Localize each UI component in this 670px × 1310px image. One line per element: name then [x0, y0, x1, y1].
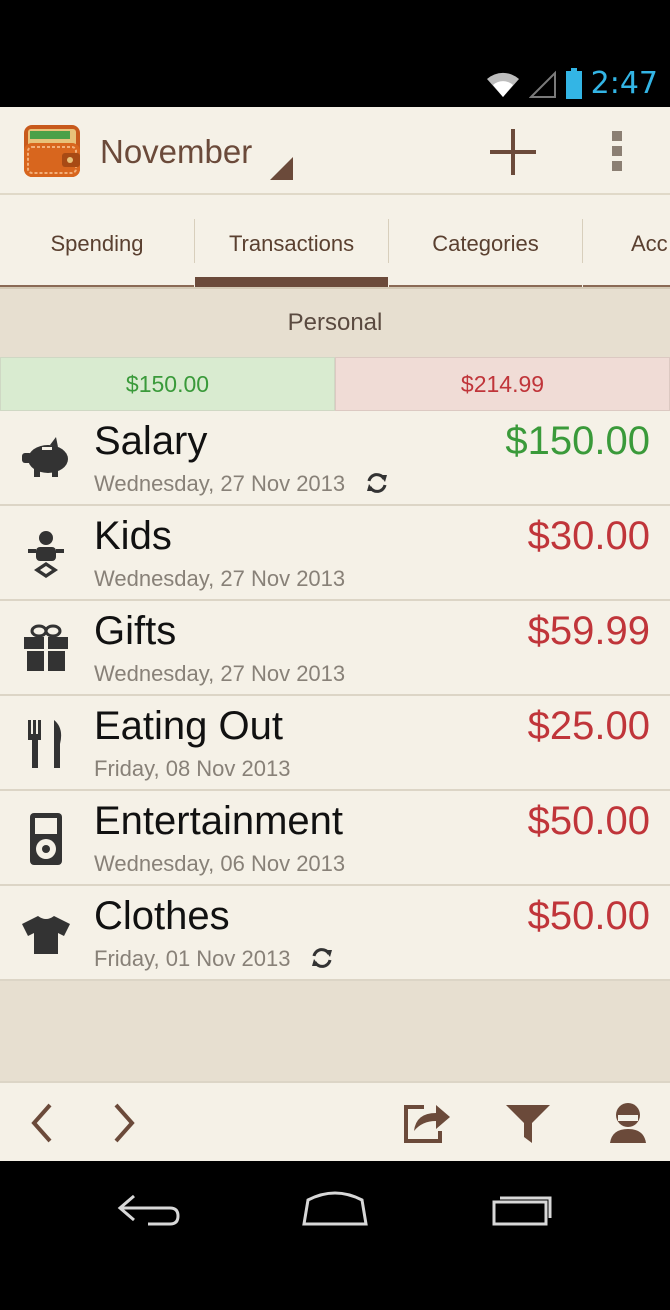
transaction-date-text: Friday, 01 Nov 2013 [94, 946, 291, 971]
tab-active-indicator [195, 277, 388, 287]
wallet-app-logo[interactable] [22, 121, 82, 181]
action-bar: November [0, 107, 670, 195]
back-icon[interactable] [114, 1186, 184, 1230]
income-total: $150.00 [0, 357, 335, 411]
bottom-toolbar [0, 1081, 670, 1161]
transaction-amount: $50.00 [527, 799, 650, 843]
ipod-icon [30, 813, 62, 865]
month-dropdown-icon[interactable] [270, 157, 293, 180]
transaction-date: Friday, 01 Nov 2013 [94, 946, 334, 972]
transaction-row-kids[interactable]: Kids Wednesday, 27 Nov 2013 $30.00 [0, 506, 670, 601]
app-window: November Spending Transactions Categorie… [0, 107, 670, 1161]
account-name: Personal [287, 309, 383, 336]
transaction-category: Eating Out [94, 704, 284, 748]
transaction-date: Wednesday, 27 Nov 2013 [94, 566, 346, 591]
transaction-date: Wednesday, 27 Nov 2013 [94, 661, 346, 686]
overflow-menu-icon[interactable] [606, 129, 630, 173]
transaction-date-text: Wednesday, 27 Nov 2013 [94, 471, 346, 496]
account-header[interactable]: Personal [0, 287, 670, 357]
chevron-right-icon[interactable] [100, 1099, 148, 1147]
repeat-icon [367, 473, 388, 494]
signal-icon [528, 70, 556, 98]
transaction-amount: $25.00 [527, 704, 650, 748]
summary-bar: $150.00 $214.99 [0, 357, 670, 411]
filter-icon[interactable] [504, 1099, 552, 1147]
transaction-amount: $150.00 [505, 419, 650, 463]
transaction-date: Friday, 08 Nov 2013 [94, 756, 291, 781]
clock: 2:47 [590, 66, 658, 101]
transaction-category: Kids [94, 514, 172, 558]
top-black-band [0, 0, 670, 60]
expense-total: $214.99 [335, 357, 670, 411]
transaction-row-gifts[interactable]: Gifts Wednesday, 27 Nov 2013 $59.99 [0, 601, 670, 696]
transaction-date: Wednesday, 06 Nov 2013 [94, 851, 346, 876]
tab-label: Acc [631, 231, 668, 256]
transaction-date: Wednesday, 27 Nov 2013 [94, 471, 389, 497]
tab-spending[interactable]: Spending [0, 197, 194, 287]
system-nav-bar [0, 1161, 670, 1251]
transaction-list: Salary Wednesday, 27 Nov 2013 $150.00 Ki… [0, 411, 670, 981]
recents-icon[interactable] [488, 1186, 558, 1230]
tab-accounts[interactable]: Acc [583, 197, 670, 287]
battery-icon [565, 67, 582, 99]
fork-knife-icon [28, 720, 62, 768]
transaction-category: Clothes [94, 894, 230, 938]
tab-transactions[interactable]: Transactions [195, 197, 388, 287]
tab-label: Spending [50, 231, 144, 256]
piggy-bank-icon [22, 437, 68, 477]
transaction-category: Entertainment [94, 799, 344, 843]
tab-label: Categories [432, 231, 539, 256]
bottom-black-band [0, 1251, 670, 1310]
transaction-amount: $30.00 [527, 514, 650, 558]
user-icon[interactable] [604, 1099, 652, 1147]
month-title[interactable]: November [100, 133, 252, 171]
wifi-icon [486, 72, 519, 97]
transaction-category: Gifts [94, 609, 177, 653]
baby-icon [28, 531, 64, 578]
transaction-amount: $50.00 [527, 894, 650, 938]
transaction-row-eating-out[interactable]: Eating Out Friday, 08 Nov 2013 $25.00 [0, 696, 670, 791]
status-bar: 2:47 [0, 60, 670, 107]
repeat-icon [312, 948, 333, 969]
add-icon[interactable] [488, 127, 538, 177]
export-icon[interactable] [402, 1099, 450, 1147]
transaction-category: Salary [94, 419, 208, 463]
tab-categories[interactable]: Categories [389, 197, 582, 287]
transaction-amount: $59.99 [527, 609, 650, 653]
home-icon[interactable] [300, 1186, 370, 1230]
list-empty-area [0, 981, 670, 1081]
tab-label: Transactions [228, 231, 355, 256]
tab-strip: Spending Transactions Categories Acc [0, 197, 670, 287]
chevron-left-icon[interactable] [20, 1099, 68, 1147]
tshirt-icon [22, 916, 70, 954]
transaction-row-entertainment[interactable]: Entertainment Wednesday, 06 Nov 2013 $50… [0, 791, 670, 886]
transaction-row-salary[interactable]: Salary Wednesday, 27 Nov 2013 $150.00 [0, 411, 670, 506]
transaction-row-clothes[interactable]: Clothes Friday, 01 Nov 2013 $50.00 [0, 886, 670, 981]
gift-icon [24, 624, 68, 671]
